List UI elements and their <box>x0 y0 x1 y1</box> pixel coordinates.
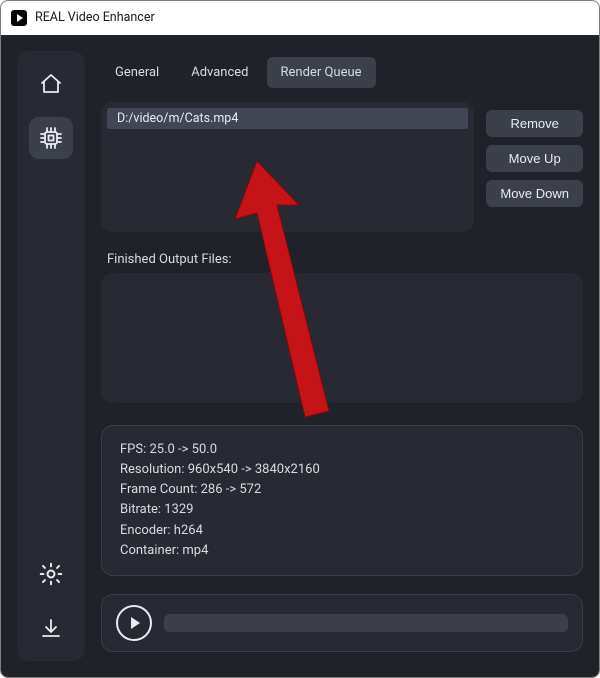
sidebar-home[interactable] <box>29 63 73 105</box>
download-icon <box>39 616 63 640</box>
queue-buttons: Remove Move Up Move Down <box>486 102 583 232</box>
finished-label: Finished Output Files: <box>101 252 583 267</box>
remove-button[interactable]: Remove <box>486 110 583 137</box>
sidebar-download[interactable] <box>29 607 73 649</box>
home-icon <box>39 72 63 96</box>
play-button[interactable] <box>116 605 152 641</box>
app-window: REAL Video Enhancer <box>0 0 600 678</box>
detail-framecount: Frame Count: 286 -> 572 <box>120 480 564 500</box>
finished-section: Finished Output Files: <box>101 252 583 403</box>
main-content: General Advanced Render Queue D:/video/m… <box>85 51 599 661</box>
tabs: General Advanced Render Queue <box>101 51 583 88</box>
window-title: REAL Video Enhancer <box>35 10 155 25</box>
play-icon <box>131 617 140 629</box>
queue-row: D:/video/m/Cats.mp4 Remove Move Up Move … <box>101 102 583 232</box>
detail-container: Container: mp4 <box>120 541 564 561</box>
detail-fps: FPS: 25.0 -> 50.0 <box>120 440 564 460</box>
finished-list[interactable] <box>101 273 583 403</box>
sidebar-settings[interactable] <box>29 553 73 595</box>
details-card: FPS: 25.0 -> 50.0 Resolution: 960x540 ->… <box>101 425 583 576</box>
queue-list[interactable]: D:/video/m/Cats.mp4 <box>101 102 474 232</box>
movedown-button[interactable]: Move Down <box>486 180 583 207</box>
progress-bar[interactable] <box>164 614 568 632</box>
titlebar[interactable]: REAL Video Enhancer <box>1 1 599 35</box>
tab-general[interactable]: General <box>101 57 173 88</box>
moveup-button[interactable]: Move Up <box>486 145 583 172</box>
queue-item[interactable]: D:/video/m/Cats.mp4 <box>107 108 468 129</box>
detail-encoder: Encoder: h264 <box>120 521 564 541</box>
app-icon <box>11 10 27 26</box>
sidebar-processor[interactable] <box>29 117 73 159</box>
detail-resolution: Resolution: 960x540 -> 3840x2160 <box>120 460 564 480</box>
sidebar <box>17 51 85 661</box>
detail-bitrate: Bitrate: 1329 <box>120 500 564 520</box>
gear-icon <box>38 561 64 587</box>
play-row <box>101 594 583 652</box>
app-surface: General Advanced Render Queue D:/video/m… <box>1 35 599 677</box>
tab-advanced[interactable]: Advanced <box>177 57 262 88</box>
tab-render-queue[interactable]: Render Queue <box>267 57 376 88</box>
cpu-icon <box>39 126 63 150</box>
